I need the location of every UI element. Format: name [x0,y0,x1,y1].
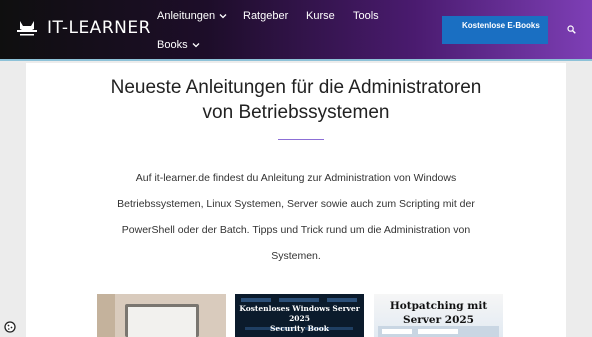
caption-line: Server 2025 [403,314,474,326]
headline-line-1: Neueste Anleitungen für die Administrato… [110,77,482,98]
intro-line: PowerShell oder der Batch. Tipps und Tri… [121,224,471,236]
chevron-down-icon [219,14,227,19]
nav-item-ratgeber[interactable]: Ratgeber [243,10,288,22]
intro-line: Systemen. [271,250,321,262]
logo-text: IT-LEARNER [47,18,151,38]
site-logo[interactable]: IT-LEARNER [14,17,151,39]
thumbnail-caption: Kostenloses Windows Server 2025 Security… [235,304,364,334]
nav-item-books[interactable]: Books [157,39,200,51]
nav-item-label: Kurse [306,10,335,22]
nav-item-anleitungen[interactable]: Anleitungen [157,10,227,22]
article-thumbnail-hotpatching[interactable]: Hotpatching mit Server 2025 [374,294,503,337]
thumbnail-caption: Hotpatching mit Server 2025 [374,299,503,327]
laptop-photo [97,294,226,337]
cat-laptop-logo-icon [14,17,40,39]
free-ebooks-button[interactable]: Kostenlose E-Books [442,16,548,44]
nav-item-label: Ratgeber [243,10,289,22]
nav-item-label: Tools [353,10,379,22]
caption-line: Security Book [270,324,329,333]
nav-item-kurse[interactable]: Kurse [306,10,335,22]
accent-divider [278,139,324,140]
site-header: IT-LEARNER Anleitungen Ratgeber Kurse To… [0,0,592,61]
page-headline: Neueste Anleitungen für die Administrato… [26,75,566,125]
intro-line: Betriebssystemen, Linux Systemen, Server… [117,198,475,210]
main-content: Neueste Anleitungen für die Administrato… [26,63,566,337]
chevron-down-icon [192,43,200,48]
nav-item-label: Anleitungen [157,10,216,22]
headline-line-2: von Betriebssystemen [202,102,390,123]
intro-text: Auf it-learner.de findest du Anleitung z… [26,165,566,269]
caption-line: Kostenloses Windows Server 2025 [239,304,360,323]
caption-line: Hotpatching mit [389,300,488,312]
cookie-settings-icon[interactable] [4,321,16,333]
search-icon[interactable] [567,25,576,34]
intro-line: Auf it-learner.de findest du Anleitung z… [135,172,457,184]
nav-item-label: Books [157,39,188,51]
article-thumbnail-laptop[interactable] [97,294,226,337]
nav-item-tools[interactable]: Tools [353,10,379,22]
article-thumbnail-server-security[interactable]: Kostenloses Windows Server 2025 Security… [235,294,364,337]
